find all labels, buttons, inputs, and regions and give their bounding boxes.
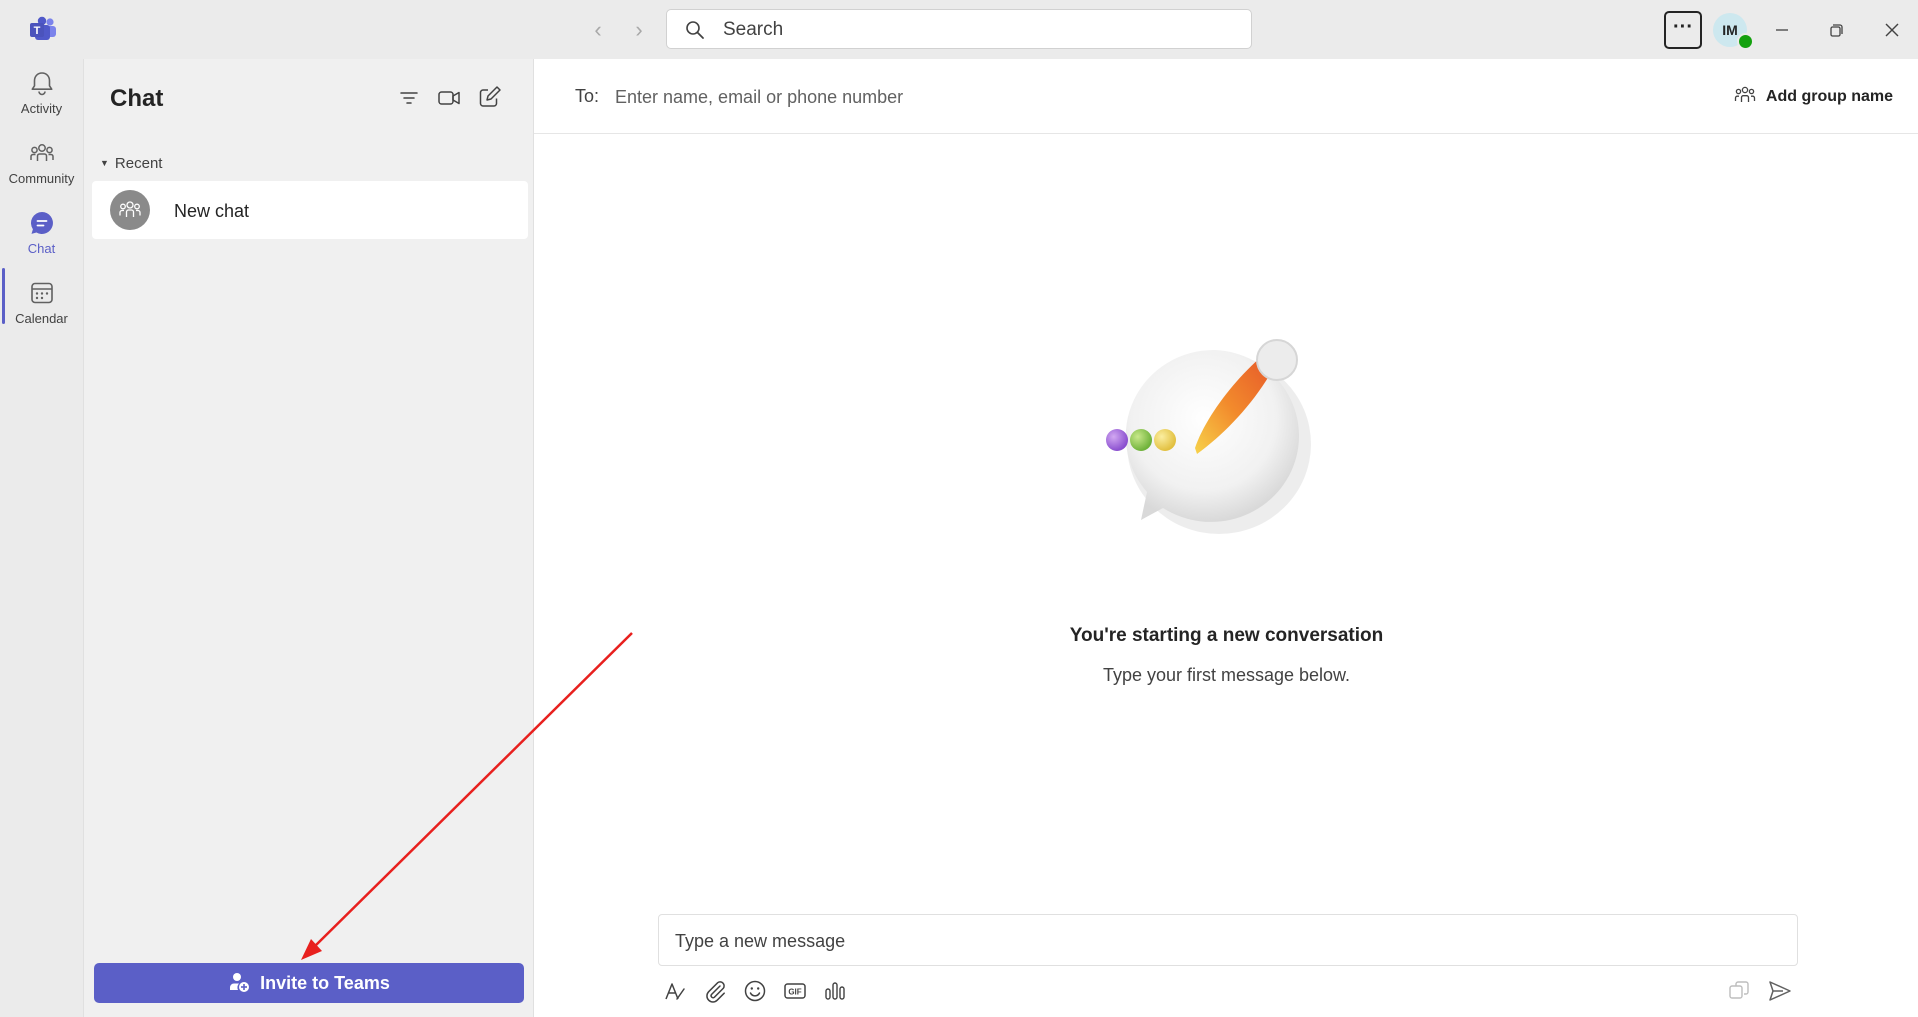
restore-icon[interactable] <box>1822 16 1850 44</box>
chat-item-name: New chat <box>174 201 250 221</box>
back-arrow-icon[interactable]: ‹ <box>586 18 610 42</box>
filter-icon[interactable] <box>396 85 422 111</box>
bell-icon <box>31 72 52 96</box>
invite-to-teams-button[interactable]: Invite to Teams <box>94 963 524 1003</box>
message-input[interactable] <box>673 927 1777 955</box>
rail-label-activity: Activity <box>20 101 63 116</box>
add-group-name-button[interactable]: Add group name <box>1734 85 1893 106</box>
poll-icon[interactable] <box>821 977 849 1005</box>
group-people-icon <box>119 201 141 217</box>
format-text-icon[interactable] <box>661 977 689 1005</box>
group-name-icon <box>1734 86 1756 102</box>
close-icon[interactable] <box>1878 16 1906 44</box>
forward-arrow-icon[interactable]: › <box>627 18 651 42</box>
new-chat-compose-icon[interactable] <box>476 85 502 111</box>
community-icon <box>29 144 54 161</box>
recipient-input[interactable] <box>613 82 1217 112</box>
attach-icon[interactable] <box>701 977 729 1005</box>
loop-component-icon[interactable] <box>1725 977 1753 1005</box>
empty-state-subtitle: Type your first message below. <box>1102 665 1351 685</box>
minimize-icon[interactable] <box>1768 16 1796 44</box>
invite-to-teams-label: Invite to Teams <box>260 973 390 993</box>
more-options-button[interactable]: ··· <box>1664 11 1702 49</box>
gif-icon[interactable]: GIF <box>781 977 809 1005</box>
caret-down-icon: ▼ <box>100 158 109 168</box>
recent-section-header[interactable]: ▼ Recent <box>100 155 162 172</box>
search-box[interactable] <box>666 9 1252 49</box>
conversation-area: To: Add group name <box>533 59 1918 1017</box>
calendar-icon <box>30 282 53 304</box>
empty-state-title: You're starting a new conversation <box>1069 625 1384 646</box>
add-person-icon <box>230 973 250 992</box>
recent-section-label: Recent <box>114 155 163 172</box>
rail-item-community[interactable]: Community <box>0 129 83 195</box>
meet-now-video-icon[interactable] <box>436 85 462 111</box>
chat-icon <box>30 211 53 234</box>
emoji-icon[interactable] <box>741 977 769 1005</box>
search-input[interactable] <box>721 16 1225 44</box>
title-bar: T ‹ › ··· IM <box>0 0 1918 59</box>
chat-list-pane: Chat ▼ Recent New chat Invite to Teams <box>83 59 533 1017</box>
send-icon[interactable] <box>1766 977 1794 1005</box>
group-avatar <box>110 190 150 230</box>
to-label: To: <box>575 86 600 106</box>
rail-item-calendar[interactable]: Calendar <box>0 269 83 335</box>
search-icon <box>686 21 704 39</box>
chat-list-item[interactable]: New chat <box>92 181 528 239</box>
rail-label-calendar: Calendar <box>15 311 68 326</box>
add-group-name-label: Add group name <box>1765 88 1893 105</box>
page-title: Chat <box>110 85 164 112</box>
rail-item-chat[interactable]: Chat <box>0 199 83 265</box>
recipient-bar: To: Add group name <box>534 59 1918 134</box>
new-conversation-illustration <box>1106 339 1311 534</box>
app-rail: Activity Community Chat Calendar <box>0 59 83 1017</box>
teams-logo-icon[interactable]: T <box>28 16 58 42</box>
rail-label-community: Community <box>8 171 75 186</box>
presence-available-icon <box>1737 33 1754 50</box>
svg-text:GIF: GIF <box>788 988 801 997</box>
rail-item-activity[interactable]: Activity <box>0 59 83 125</box>
svg-text:T: T <box>34 25 41 37</box>
active-rail-indicator <box>2 268 5 324</box>
rail-label-chat: Chat <box>27 241 56 256</box>
message-composer[interactable] <box>658 914 1798 966</box>
